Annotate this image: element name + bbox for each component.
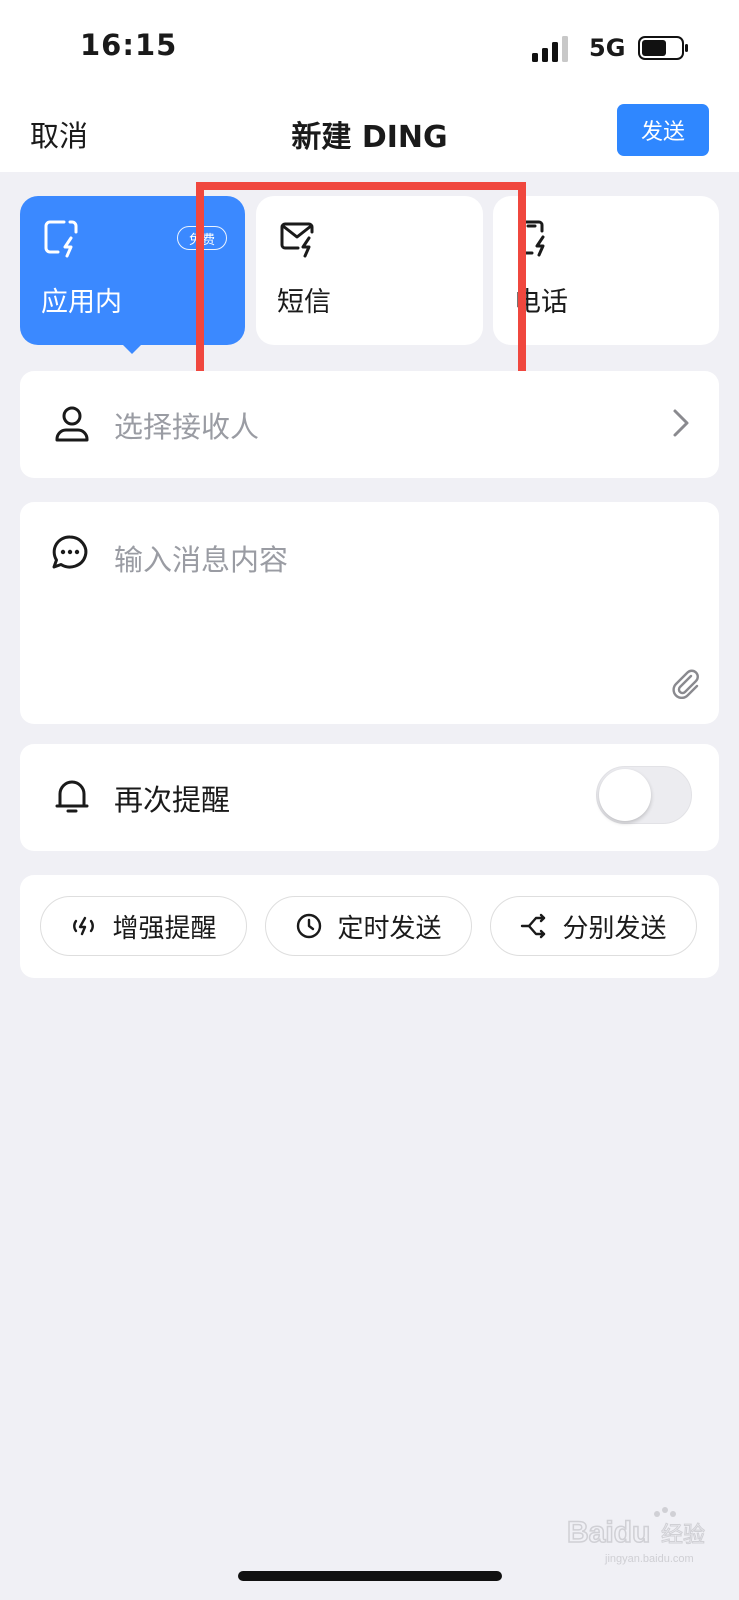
separate-send-button[interactable]: 分别发送 [490,896,697,956]
nav-bar: 取消 新建 DING 发送 [0,95,739,172]
reminder-toggle[interactable] [596,766,692,824]
split-arrow-icon [521,913,546,939]
highlight-annotation [196,182,526,379]
svg-text:jingyan.baidu.com: jingyan.baidu.com [604,1553,694,1565]
scheduled-send-button[interactable]: 定时发送 [265,896,472,956]
battery-icon [638,36,688,60]
type-phone[interactable]: 电话 [493,196,719,345]
separate-send-label: 分别发送 [562,913,667,944]
in-app-ding-icon [44,220,78,258]
reminder-label: 再次提醒 [114,783,231,817]
type-in-app-label: 应用内 [41,287,122,318]
person-icon [55,406,89,442]
baidu-jingyan-watermark: Baidu 经验 jingyan.baidu.com [566,1507,706,1565]
reminder-row: 再次提醒 [20,744,719,851]
paperclip-icon[interactable] [670,667,702,699]
status-time: 16:15 [80,28,178,62]
recipient-placeholder: 选择接收人 [114,410,260,444]
enhanced-reminder-label: 增强提醒 [112,913,217,944]
message-input[interactable]: 输入消息内容 [114,537,288,579]
status-bar: 16:15 5G [0,0,739,95]
enhanced-reminder-button[interactable]: 增强提醒 [40,896,247,956]
chevron-right-icon [673,409,689,437]
svg-text:经验: 经验 [661,1523,705,1548]
home-indicator [238,1571,502,1581]
chat-bubble-icon [52,535,88,569]
svg-text:Baidu: Baidu [567,1516,650,1549]
actions-card: 增强提醒 定时发送 分别发送 [20,875,719,978]
clock-icon [297,913,322,939]
toggle-knob [599,769,651,821]
recipient-row[interactable]: 选择接收人 [20,371,719,478]
bell-icon [55,780,89,813]
selection-pointer [121,343,143,354]
scheduled-send-label: 定时发送 [337,913,442,944]
signal-wave-icon [73,916,95,936]
send-button[interactable]: 发送 [617,104,709,156]
signal-strength-icon [532,36,568,62]
message-card[interactable]: 输入消息内容 [20,502,719,724]
network-type: 5G [589,34,626,62]
